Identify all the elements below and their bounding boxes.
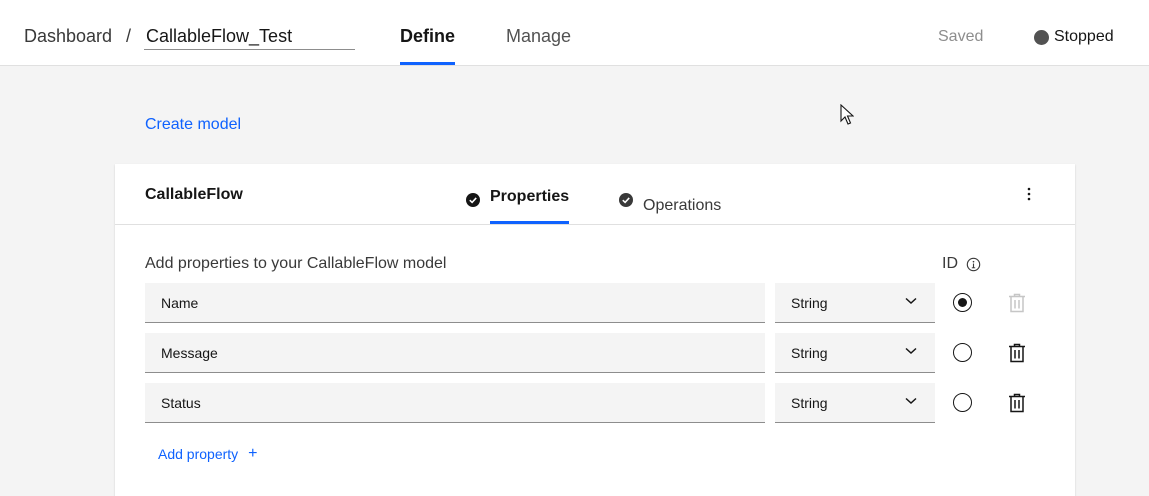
property-row: String	[145, 333, 1045, 373]
mouse-cursor-icon	[840, 104, 854, 125]
property-type-select[interactable]: String	[775, 383, 935, 423]
trash-icon[interactable]	[1008, 343, 1026, 363]
property-type-select[interactable]: String	[775, 333, 935, 373]
chevron-down-icon	[905, 297, 917, 305]
overflow-menu-icon[interactable]	[1021, 184, 1037, 204]
flow-name-input[interactable]	[144, 24, 355, 50]
tab-properties-label: Properties	[490, 188, 570, 224]
id-radio[interactable]	[953, 393, 972, 412]
property-name-input[interactable]	[145, 333, 765, 373]
chevron-down-icon	[905, 397, 917, 405]
status-dot-icon	[1034, 29, 1049, 45]
property-row: String	[145, 283, 1045, 323]
model-name: CallableFlow	[145, 186, 243, 203]
model-card: CallableFlow Properties Operations Add p…	[115, 164, 1075, 496]
property-type-value: String	[791, 394, 828, 411]
tab-operations-label: Operations	[643, 197, 722, 214]
breadcrumb-separator: /	[126, 26, 132, 46]
property-name-input[interactable]	[145, 283, 765, 323]
tab-operations[interactable]: Operations	[619, 188, 721, 224]
property-type-value: String	[791, 344, 828, 361]
check-circle-icon	[466, 193, 480, 207]
chevron-down-icon	[905, 347, 917, 355]
add-property-button[interactable]: Add property +	[158, 445, 258, 463]
property-row: String	[145, 383, 1045, 423]
plus-icon: +	[248, 445, 258, 462]
tab-define[interactable]: Define	[400, 26, 456, 65]
breadcrumb-dashboard[interactable]: Dashboard	[24, 26, 112, 47]
trash-icon	[1009, 293, 1025, 313]
tab-manage[interactable]: Manage	[506, 26, 571, 65]
property-type-select[interactable]: String	[775, 283, 935, 323]
property-name-input[interactable]	[145, 383, 765, 423]
id-radio-selected[interactable]	[953, 293, 972, 312]
id-column-header: ID	[942, 255, 981, 273]
top-bar: Dashboard / Define Manage Saved Stopped	[0, 0, 1149, 66]
trash-icon[interactable]	[1008, 393, 1026, 413]
run-status: Stopped	[1034, 28, 1114, 46]
create-model-link[interactable]: Create model	[145, 116, 241, 134]
tab-properties[interactable]: Properties	[466, 188, 570, 224]
id-radio[interactable]	[953, 343, 972, 362]
check-circle-icon	[619, 193, 633, 207]
run-status-label: Stopped	[1054, 28, 1114, 45]
info-icon[interactable]	[966, 257, 981, 272]
card-header: CallableFlow Properties Operations	[115, 164, 1075, 225]
saved-status: Saved	[938, 28, 984, 45]
property-type-value: String	[791, 294, 828, 311]
id-label: ID	[942, 255, 958, 272]
add-property-label: Add property	[158, 446, 239, 462]
properties-title: Add properties to your CallableFlow mode…	[145, 255, 447, 272]
